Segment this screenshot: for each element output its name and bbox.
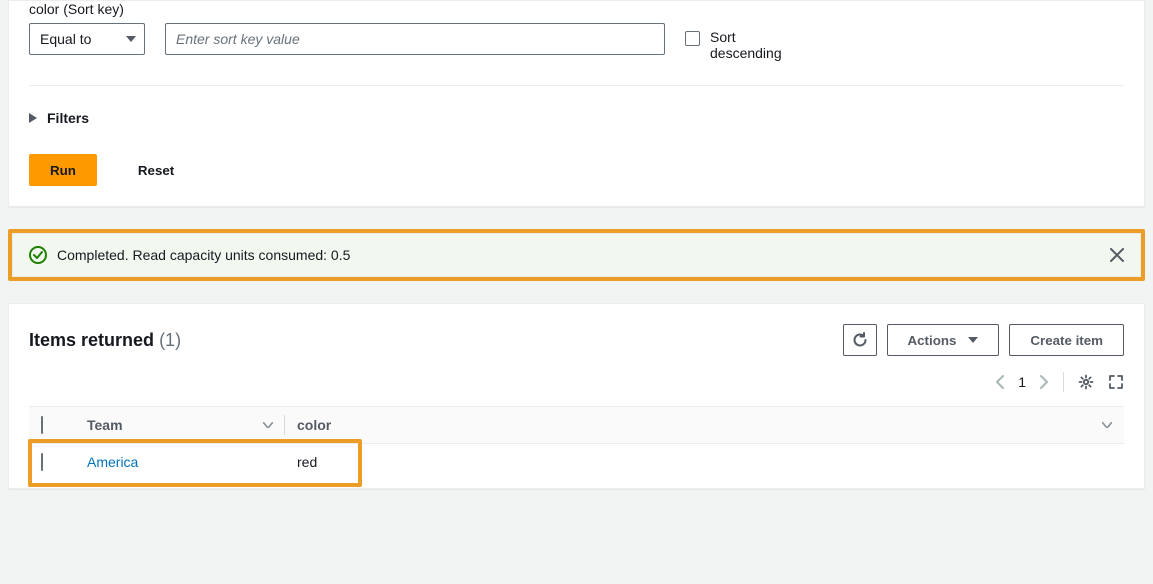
results-header: Items returned (1) Actions Create item	[29, 324, 1124, 356]
operator-value: Equal to	[40, 31, 91, 47]
table-row[interactable]: America red	[29, 444, 1124, 481]
results-title: Items returned (1)	[29, 330, 181, 351]
query-panel: color (Sort key) Equal to Sort descendin…	[8, 0, 1145, 207]
column-label: Team	[87, 417, 123, 433]
results-count: (1)	[159, 330, 181, 350]
sort-icon	[263, 422, 273, 428]
column-header-team[interactable]: Team	[75, 407, 285, 444]
prev-page-button[interactable]	[995, 375, 1004, 389]
close-icon[interactable]	[1110, 248, 1124, 262]
operator-select[interactable]: Equal to	[29, 23, 145, 55]
next-page-button[interactable]	[1040, 375, 1049, 389]
row-checkbox[interactable]	[41, 453, 43, 471]
refresh-icon	[852, 332, 868, 348]
status-alert: Completed. Read capacity units consumed:…	[12, 233, 1141, 277]
sort-icon	[1102, 422, 1112, 428]
create-item-button[interactable]: Create item	[1009, 324, 1124, 356]
results-table: Team color	[29, 406, 1124, 480]
caret-right-icon	[29, 113, 37, 123]
sort-key-field: color (Sort key) Equal to Sort descendin…	[29, 1, 1124, 61]
sort-key-label: color (Sort key)	[29, 1, 1124, 17]
cell-team[interactable]: America	[87, 454, 138, 470]
success-icon	[29, 246, 47, 264]
pagination: 1	[29, 372, 1124, 392]
fullscreen-icon[interactable]	[1108, 374, 1124, 390]
table-header-row: Team color	[29, 407, 1124, 444]
alert-message: Completed. Read capacity units consumed:…	[57, 247, 350, 263]
divider	[29, 85, 1124, 86]
actions-button[interactable]: Actions	[887, 324, 1000, 356]
select-all-checkbox[interactable]	[41, 416, 43, 434]
select-all-header	[29, 407, 75, 444]
run-button[interactable]: Run	[29, 154, 97, 186]
sort-desc-option[interactable]: Sort descending	[685, 29, 800, 61]
settings-icon[interactable]	[1078, 374, 1094, 390]
cell-color: red	[297, 454, 317, 470]
results-panel: Items returned (1) Actions Create item	[8, 303, 1145, 489]
results-title-text: Items returned	[29, 330, 154, 350]
column-label: color	[297, 417, 331, 433]
reset-button[interactable]: Reset	[117, 154, 195, 186]
caret-down-icon	[968, 337, 978, 343]
column-header-color[interactable]: color	[285, 407, 1124, 444]
actions-label: Actions	[908, 333, 957, 348]
refresh-button[interactable]	[843, 324, 877, 356]
sort-desc-checkbox[interactable]	[685, 31, 700, 46]
alert-highlight: Completed. Read capacity units consumed:…	[8, 229, 1145, 281]
sort-desc-label: Sort descending	[710, 29, 800, 61]
filters-label: Filters	[47, 110, 89, 126]
filters-expander[interactable]: Filters	[29, 110, 1124, 126]
sort-key-input[interactable]	[165, 23, 665, 55]
caret-down-icon	[126, 36, 136, 42]
page-number: 1	[1018, 374, 1026, 390]
